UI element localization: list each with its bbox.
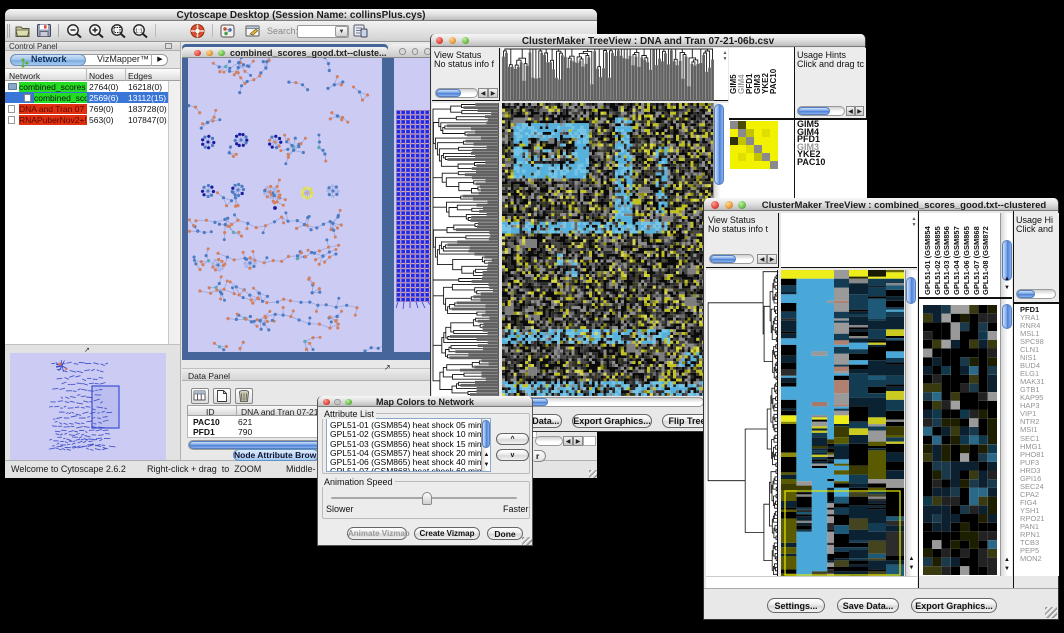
svg-text:1:1: 1:1 [135, 29, 143, 35]
